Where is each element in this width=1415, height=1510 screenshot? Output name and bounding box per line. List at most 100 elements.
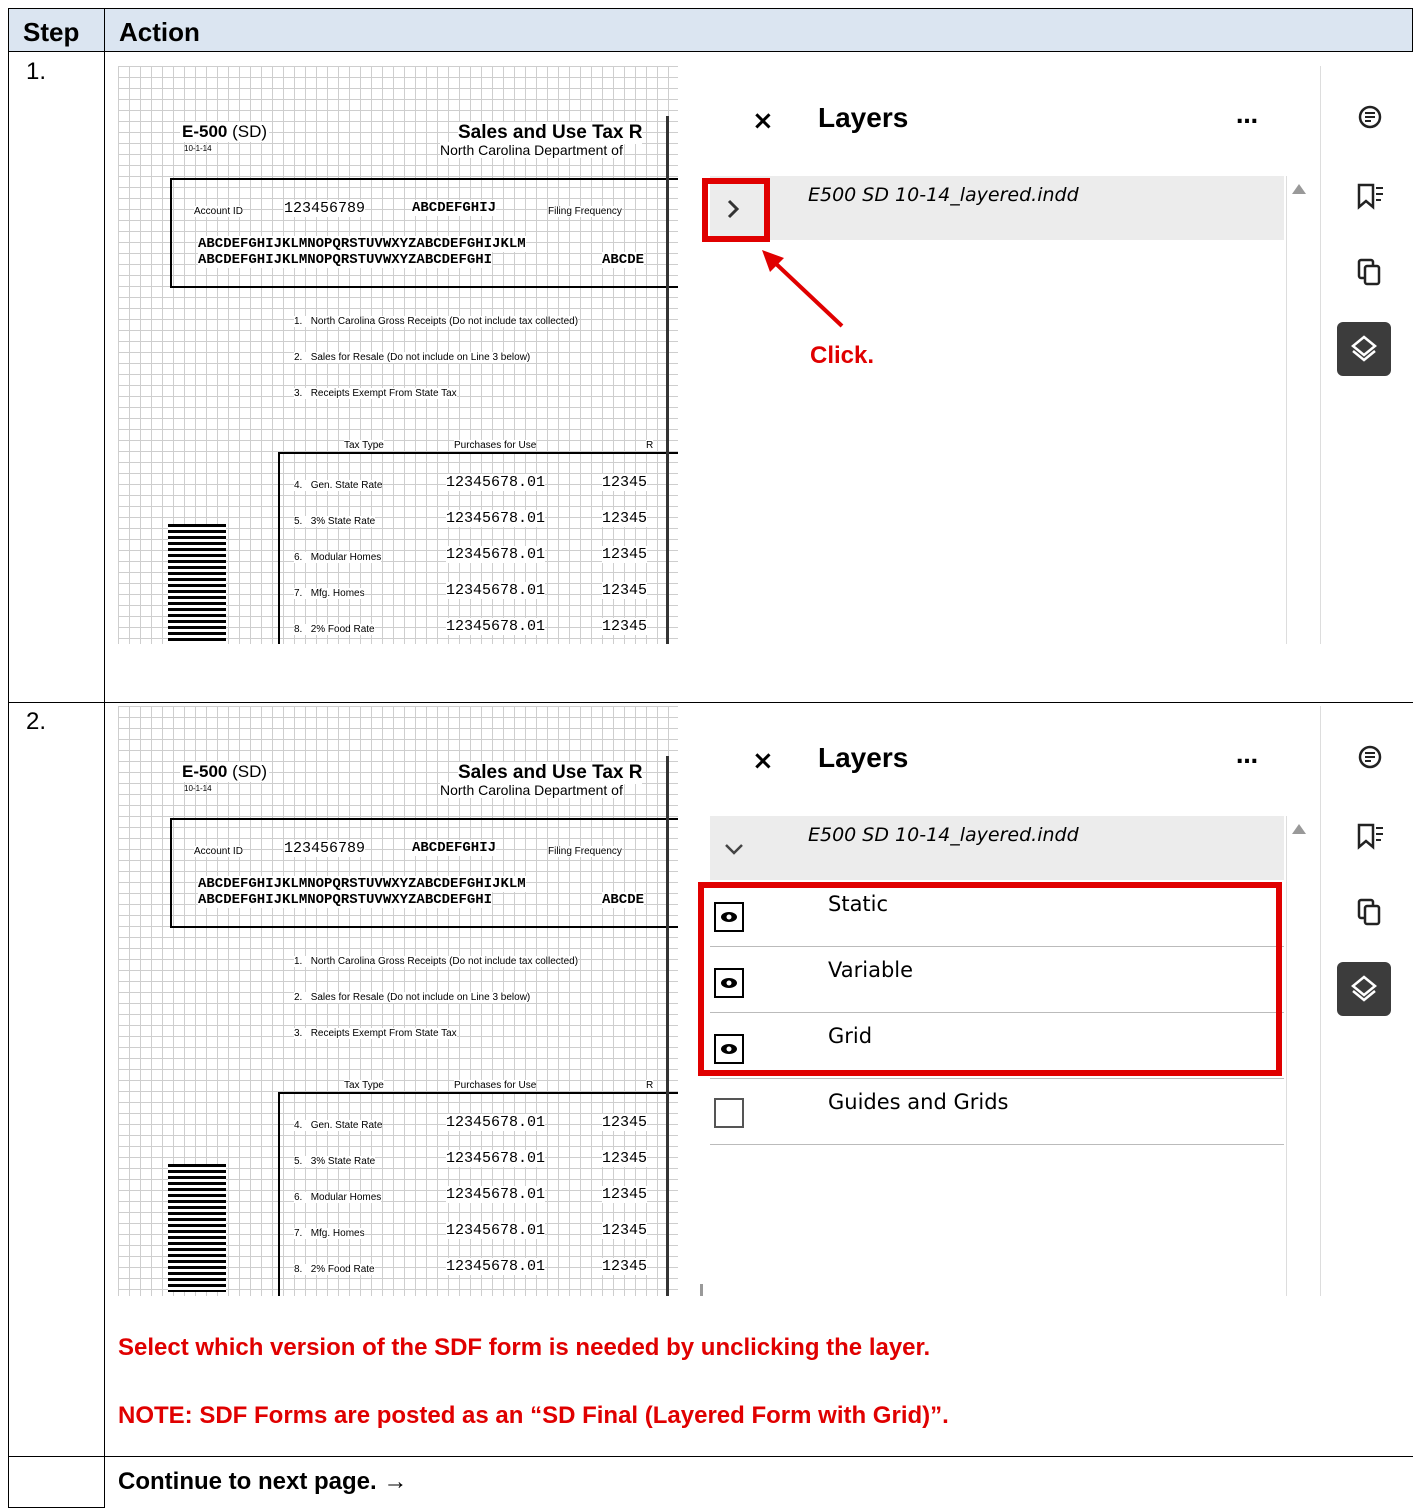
row-num: 5.: [294, 516, 303, 527]
more-options-icon[interactable]: …: [1236, 104, 1258, 129]
row-amount2: 12345: [602, 1150, 648, 1167]
row-amount: 12345678.01: [446, 474, 546, 491]
layers-tool-button[interactable]: [1337, 962, 1391, 1016]
address-line-2: ABCDEFGHIJKLMNOPQRSTUVWXYZABCDEFGHI: [198, 892, 493, 908]
row-amount2: 12345: [602, 510, 648, 527]
form-date: 10-1-14: [184, 784, 212, 793]
col-purchases: Purchases for Use: [454, 1080, 537, 1091]
row-label: Gen. State Rate: [310, 1120, 383, 1131]
tool-bar: [1320, 706, 1411, 1296]
row-amount2: 12345: [602, 1186, 648, 1203]
document-scrollbar[interactable]: [666, 116, 669, 644]
step-2-number: 2.: [26, 708, 47, 735]
pages-icon[interactable]: [1357, 898, 1383, 928]
row-num: 7.: [294, 588, 303, 599]
filing-label: Filing Frequency: [548, 846, 622, 857]
row-amount: 12345678.01: [446, 1114, 546, 1131]
line-1-text: North Carolina Gross Receipts (Do not in…: [310, 956, 579, 967]
comment-icon[interactable]: [1357, 744, 1383, 770]
barcode: [168, 1164, 226, 1292]
filing-label: Filing Frequency: [548, 206, 622, 217]
layers-icon: [1351, 975, 1377, 1002]
row-label: 2% Food Rate: [310, 624, 375, 635]
scroll-up-icon[interactable]: [1292, 824, 1306, 834]
form-subtitle: North Carolina Department of: [440, 782, 623, 798]
row-num: 6.: [294, 552, 303, 563]
close-icon[interactable]: ×: [752, 106, 774, 136]
line-2-num: 2.: [294, 352, 303, 363]
account-id: 123456789: [284, 200, 366, 217]
row-label: Mfg. Homes: [310, 588, 365, 599]
row-amount: 12345678.01: [446, 1150, 546, 1167]
form-title: Sales and Use Tax R: [458, 122, 643, 144]
row-amount2: 12345: [602, 1222, 648, 1239]
row-amount2: 12345: [602, 618, 648, 635]
row-amount: 12345678.01: [446, 1222, 546, 1239]
row-amount: 12345678.01: [446, 582, 546, 599]
form-id: E-500: [182, 122, 228, 141]
line-2-num: 2.: [294, 992, 303, 1003]
row-num: 6.: [294, 1192, 303, 1203]
scroll-up-icon[interactable]: [1292, 184, 1306, 194]
line-3-num: 3.: [294, 388, 303, 399]
layers-panel: × Layers … E500 SD 10-14_layered.indd Cl…: [696, 66, 1316, 644]
header-action: Action: [119, 17, 200, 47]
col-r: R: [646, 440, 654, 451]
close-icon[interactable]: ×: [752, 746, 774, 776]
address-line-1: ABCDEFGHIJKLMNOPQRSTUVWXYZABCDEFGHIJKLM: [198, 876, 526, 892]
file-name: E500 SD 10-14_layered.indd: [808, 184, 1079, 206]
account-name: ABCDEFGHIJ: [412, 840, 497, 856]
document-preview: E-500 (SD) 10-1-14 Sales and Use Tax R N…: [118, 66, 678, 644]
col-purchases: Purchases for Use: [454, 440, 537, 451]
form-variant: (SD): [232, 762, 268, 781]
line-1-text: North Carolina Gross Receipts (Do not in…: [310, 316, 579, 327]
account-label: Account ID: [194, 206, 243, 217]
layers-icon: [1351, 335, 1377, 362]
click-callout: Click.: [810, 342, 875, 369]
col-r: R: [646, 1080, 654, 1091]
step-2-note: NOTE: SDF Forms are posted as an “SD Fin…: [118, 1402, 949, 1429]
address-line-2b: ABCDE: [602, 892, 645, 908]
line-3-num: 3.: [294, 1028, 303, 1039]
row-label: Mfg. Homes: [310, 1228, 365, 1239]
row-amount: 12345678.01: [446, 1258, 546, 1275]
row-num: 7.: [294, 1228, 303, 1239]
bookmark-icon[interactable]: [1355, 182, 1385, 212]
form-id: E-500: [182, 762, 228, 781]
document-scrollbar[interactable]: [666, 756, 669, 1296]
row-label: Modular Homes: [310, 1192, 382, 1203]
form-subtitle: North Carolina Department of: [440, 142, 623, 158]
comment-icon[interactable]: [1357, 104, 1383, 130]
step-1-number: 1.: [26, 58, 47, 85]
visibility-toggle[interactable]: [714, 1098, 744, 1128]
more-options-icon[interactable]: …: [1236, 744, 1258, 769]
row-amount2: 12345: [602, 582, 648, 599]
layer-name: Guides and Grids: [828, 1090, 1009, 1114]
line-1-num: 1.: [294, 956, 303, 967]
chevron-down-icon[interactable]: [724, 842, 744, 856]
bookmark-icon[interactable]: [1355, 822, 1385, 852]
layers-tool-button[interactable]: [1337, 322, 1391, 376]
account-name: ABCDEFGHIJ: [412, 200, 497, 216]
row-num: 5.: [294, 1156, 303, 1167]
account-id: 123456789: [284, 840, 366, 857]
highlight-box: [698, 882, 1282, 1076]
row-amount: 12345678.01: [446, 510, 546, 527]
chevron-right-icon[interactable]: [726, 198, 740, 220]
panel-title: Layers: [818, 102, 909, 133]
row-amount2: 12345: [602, 474, 648, 491]
row-num: 8.: [294, 624, 303, 635]
header-step: Step: [23, 17, 80, 47]
barcode: [168, 524, 226, 644]
row-amount: 12345678.01: [446, 618, 546, 635]
row-amount: 12345678.01: [446, 546, 546, 563]
line-3-text: Receipts Exempt From State Tax: [310, 1028, 457, 1039]
row-label: 2% Food Rate: [310, 1264, 375, 1275]
pages-icon[interactable]: [1357, 258, 1383, 288]
account-label: Account ID: [194, 846, 243, 857]
panel-scrollbar[interactable]: [700, 1284, 703, 1296]
file-name: E500 SD 10-14_layered.indd: [808, 824, 1079, 846]
address-line-2b: ABCDE: [602, 252, 645, 268]
row-label: 3% State Rate: [310, 1156, 376, 1167]
line-1-num: 1.: [294, 316, 303, 327]
